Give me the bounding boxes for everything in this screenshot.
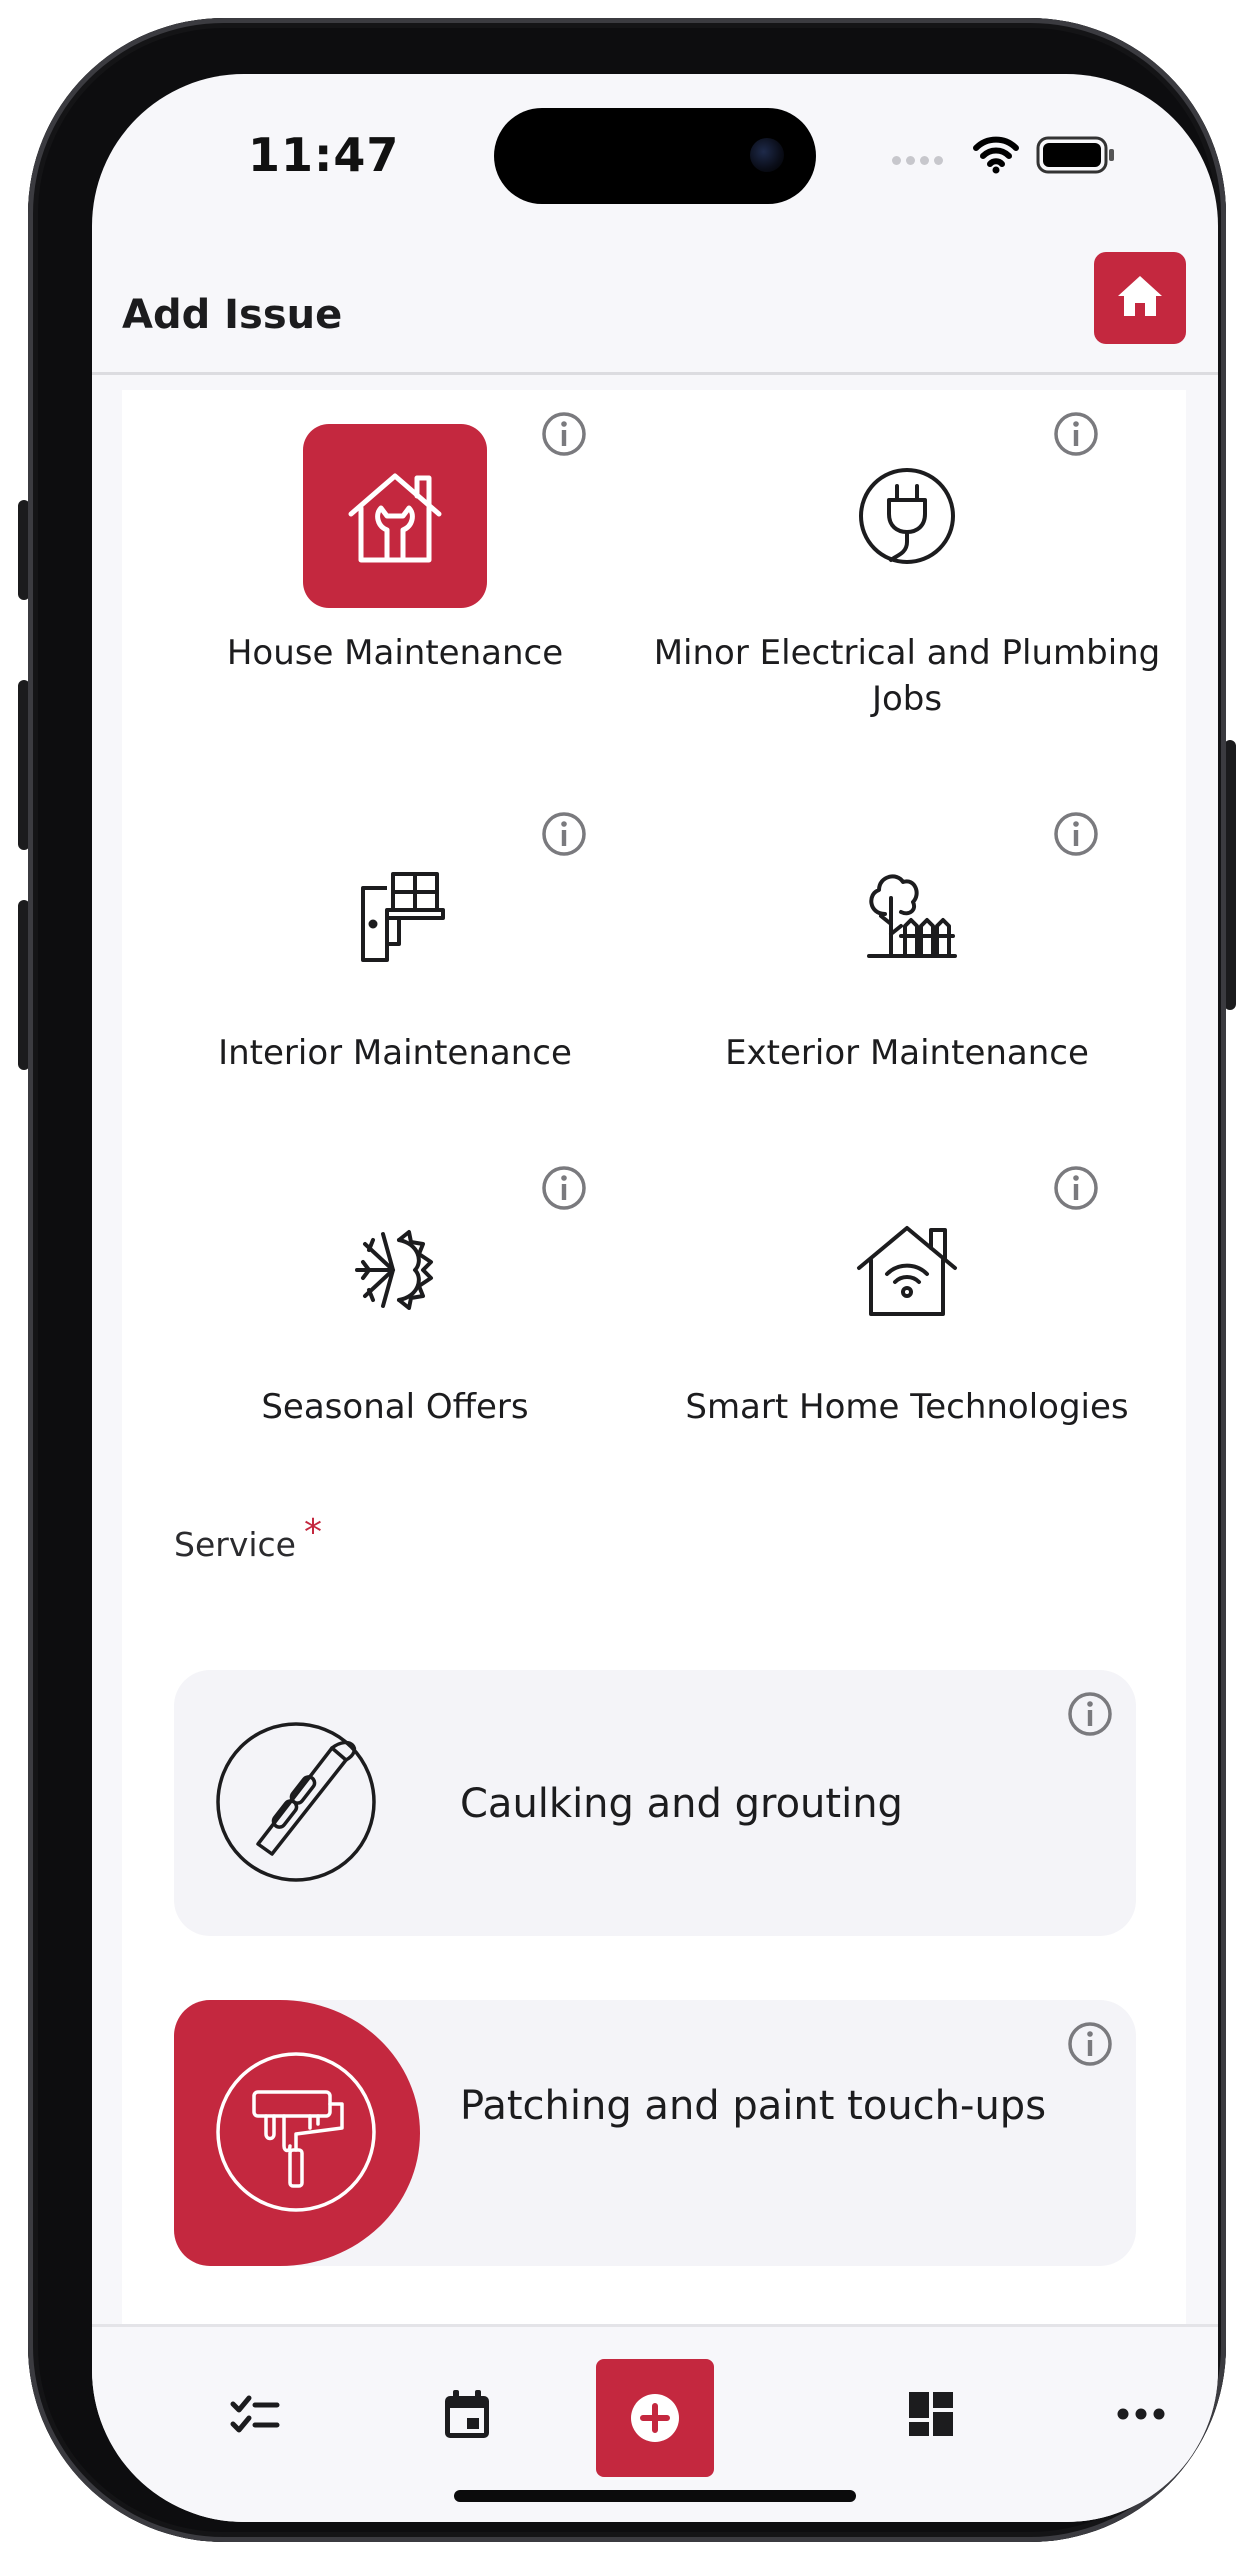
info-icon[interactable] (1052, 410, 1100, 458)
info-icon[interactable] (540, 410, 588, 458)
category-label: Seasonal Offers (261, 1387, 529, 1427)
service-name: Caulking and grouting (460, 1781, 903, 1827)
tree-fence-icon (815, 824, 999, 1008)
category-seasonal-offers[interactable]: Seasonal Offers (122, 1144, 634, 1504)
dashboard-icon (909, 2392, 953, 2436)
service-name: Patching and paint touch-ups (460, 2083, 1047, 2129)
tab-calendar[interactable] (416, 2363, 516, 2463)
category-label: Minor Electrical and Plumbing Jobs (653, 633, 1161, 719)
smart-home-wifi-icon (815, 1178, 999, 1362)
home-button[interactable] (1094, 252, 1186, 344)
house-wrench-icon (303, 424, 487, 608)
tab-checklist[interactable] (204, 2363, 304, 2463)
door-window-icon (303, 824, 487, 1008)
signal-dots-icon (892, 156, 952, 166)
service-item-patching-paint[interactable]: Patching and paint touch-ups (174, 2000, 1136, 2266)
dynamic-island (494, 108, 816, 204)
app-header: Add Issue (92, 252, 1218, 375)
checklist-icon (230, 2395, 280, 2433)
category-interior-maintenance[interactable]: Interior Maintenance (122, 790, 634, 1150)
add-icon (631, 2394, 679, 2442)
info-icon[interactable] (540, 1164, 588, 1212)
page-title: Add Issue (122, 292, 343, 338)
category-label: Smart Home Technologies (685, 1387, 1129, 1427)
category-label: House Maintenance (226, 633, 564, 673)
tab-more[interactable] (1090, 2363, 1190, 2463)
required-asterisk: * (303, 1512, 322, 1553)
caulking-trowel-icon (214, 1720, 378, 1888)
category-grid: House Maintenance Minor Electrical and P… (122, 390, 1186, 2380)
plug-icon (815, 424, 999, 608)
service-label: Service * (174, 1512, 322, 1564)
snow-sun-icon (303, 1178, 487, 1362)
category-label: Interior Maintenance (218, 1033, 572, 1073)
category-minor-electrical-plumbing[interactable]: Minor Electrical and Plumbing Jobs (634, 390, 1160, 750)
status-time: 11:47 (248, 128, 400, 182)
info-icon[interactable] (1066, 1690, 1114, 1738)
wifi-icon (973, 136, 1019, 174)
info-icon[interactable] (1066, 2020, 1114, 2068)
calendar-icon (445, 2390, 489, 2438)
info-icon[interactable] (1052, 810, 1100, 858)
battery-icon (1036, 136, 1114, 174)
phone-frame: 11:47 Add Issue House Maintenance Minor … (28, 18, 1226, 2542)
category-house-maintenance[interactable]: House Maintenance (122, 390, 634, 750)
paint-roller-icon (214, 2050, 378, 2218)
more-icon (1117, 2408, 1165, 2420)
info-icon[interactable] (540, 810, 588, 858)
home-icon (1118, 276, 1162, 316)
home-indicator (454, 2490, 856, 2502)
category-smart-home[interactable]: Smart Home Technologies (634, 1144, 1146, 1504)
screen: 11:47 Add Issue House Maintenance Minor … (92, 74, 1218, 2522)
category-exterior-maintenance[interactable]: Exterior Maintenance (634, 790, 1146, 1150)
tab-add[interactable] (596, 2359, 714, 2477)
tab-dashboard[interactable] (880, 2363, 980, 2463)
category-label: Exterior Maintenance (725, 1033, 1089, 1073)
info-icon[interactable] (1052, 1164, 1100, 1212)
service-item-caulking[interactable]: Caulking and grouting (174, 1670, 1136, 1936)
